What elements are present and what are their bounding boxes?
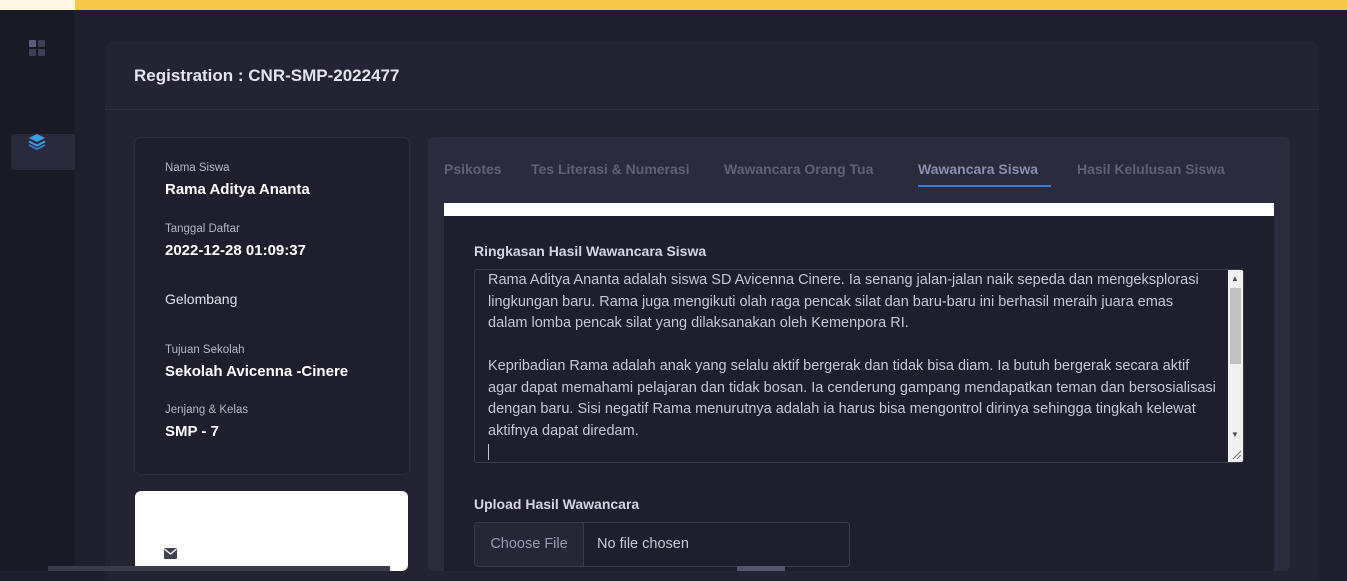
- tab-hasil-kelulusan[interactable]: Hasil Kelulusan Siswa: [1077, 161, 1225, 177]
- tab-psikotes[interactable]: Psikotes: [444, 161, 502, 177]
- contact-card: [135, 491, 408, 571]
- summary-text: Rama Aditya Ananta adalah siswa SD Avice…: [488, 272, 1216, 439]
- scroll-thumb[interactable]: [1230, 288, 1241, 364]
- grade-value: SMP - 7: [165, 423, 219, 440]
- tab-wawancara-orang-tua[interactable]: Wawancara Orang Tua: [724, 161, 873, 177]
- content-top-strip: [444, 203, 1274, 216]
- date-value: 2022-12-28 01:09:37: [165, 242, 306, 259]
- tab-tes-literasi[interactable]: Tes Literasi & Numerasi: [531, 161, 689, 177]
- horizontal-scroll-thumb[interactable]: [737, 566, 785, 571]
- page-title: Registration : CNR-SMP-2022477: [134, 66, 400, 85]
- envelope-icon: [164, 546, 177, 564]
- textarea-scrollbar[interactable]: ▲ ▼: [1228, 270, 1243, 462]
- name-label: Nama Siswa: [165, 162, 230, 174]
- top-accent-bar: [0, 0, 1347, 10]
- file-upload-input[interactable]: Choose File No file chosen: [474, 522, 850, 567]
- scroll-up-arrow-icon[interactable]: ▲: [1231, 274, 1239, 283]
- sidebar: [0, 10, 75, 571]
- upload-label: Upload Hasil Wawancara: [474, 496, 640, 512]
- tab-wawancara-siswa[interactable]: Wawancara Siswa: [918, 161, 1038, 177]
- layers-icon[interactable]: [26, 131, 48, 153]
- wave-label: Gelombang: [165, 291, 238, 307]
- summary-textarea[interactable]: Rama Aditya Ananta adalah siswa SD Avice…: [474, 269, 1244, 463]
- grid-icon[interactable]: [26, 37, 48, 59]
- resize-handle-icon[interactable]: [1229, 447, 1242, 462]
- horizontal-scrollbar[interactable]: [48, 566, 390, 571]
- student-info-panel: Nama Siswa Rama Aditya Ananta Tanggal Da…: [134, 137, 410, 475]
- date-label: Tanggal Daftar: [165, 223, 240, 235]
- file-status: No file chosen: [597, 536, 689, 552]
- top-accent-bar-left: [0, 0, 75, 10]
- active-tab-indicator: [918, 185, 1051, 187]
- summary-label: Ringkasan Hasil Wawancara Siswa: [474, 243, 707, 259]
- school-label: Tujuan Sekolah: [165, 344, 245, 356]
- text-caret: [488, 444, 489, 460]
- card-header: Registration : CNR-SMP-2022477: [105, 41, 1319, 110]
- choose-file-button[interactable]: Choose File: [475, 523, 584, 566]
- school-value: Sekolah Avicenna -Cinere: [165, 363, 349, 380]
- grade-label: Jenjang & Kelas: [165, 404, 249, 416]
- scroll-down-arrow-icon[interactable]: ▼: [1231, 430, 1239, 439]
- name-value: Rama Aditya Ananta: [165, 181, 310, 198]
